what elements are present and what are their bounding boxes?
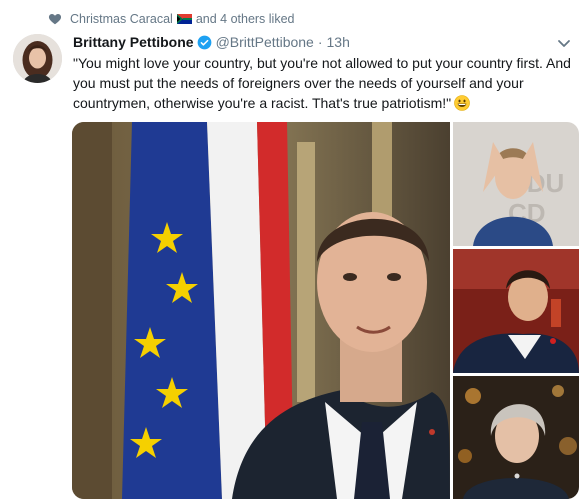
side-photo-1[interactable]: CDU CD: [453, 122, 579, 246]
verified-badge-icon: [197, 35, 212, 50]
side-photo-2[interactable]: [453, 249, 579, 373]
liked-suffix[interactable]: and 4 others liked: [196, 12, 295, 26]
main-photo[interactable]: [72, 122, 450, 499]
avatar[interactable]: [13, 34, 62, 83]
social-context: Christmas Caracal and 4 others liked: [48, 10, 295, 28]
tweet-text: "You might love your country, but you're…: [73, 53, 573, 113]
liker-name[interactable]: Christmas Caracal: [70, 12, 173, 26]
side-photo-3[interactable]: [453, 376, 579, 499]
separator-dot: ·: [317, 34, 323, 50]
timestamp[interactable]: 13h: [327, 34, 350, 50]
heart-icon: [48, 12, 62, 26]
grinning-face-emoji-icon: [454, 95, 470, 111]
tweet-body: "You might love your country, but you're…: [73, 55, 571, 111]
chevron-down-icon[interactable]: [557, 36, 571, 50]
tweet-header: Brittany Pettibone @BrittPettibone · 13h: [73, 33, 350, 51]
display-name[interactable]: Brittany Pettibone: [73, 34, 194, 50]
handle[interactable]: @BrittPettibone: [216, 34, 314, 50]
media-grid: CDU CD: [72, 122, 579, 499]
south-africa-flag-icon: [176, 14, 192, 24]
